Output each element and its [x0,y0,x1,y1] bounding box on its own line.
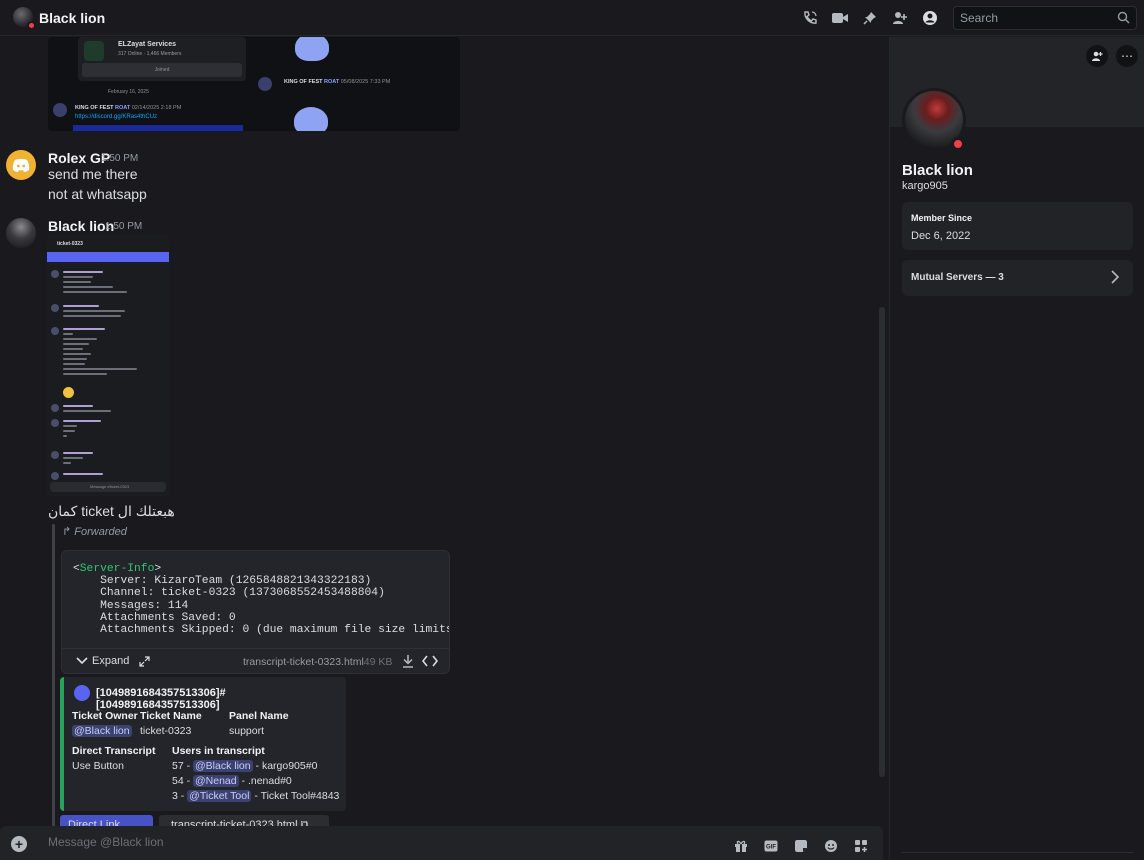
add-friend-icon[interactable] [1086,45,1108,67]
field-name: Panel Name [229,710,289,722]
user-mention[interactable]: @Ticket Tool [187,790,252,802]
attached-screenshot[interactable]: ticket-0323 Message #ticket-0323 [47,234,169,496]
add-attachment-icon[interactable]: + [11,836,27,852]
server-members: 317 Online · 1,466 Members [118,51,182,57]
message-timestamp: 1:50 PM [105,221,143,232]
emoji-icon[interactable] [824,839,838,856]
member-since-value: Dec 6, 2022 [911,230,971,242]
joined-button: Joined [82,63,242,77]
file-preview: <Server-Info> Server: KizaroTeam (126584… [73,563,450,637]
file-attachment: <Server-Info> Server: KizaroTeam (126584… [61,550,450,674]
field-name: Ticket Owner [72,710,138,722]
forward-arrow-icon: ↱ [62,526,75,538]
banner-image [73,125,243,131]
scrollbar[interactable] [879,307,885,777]
field-value: Use Button [72,760,124,772]
field-name: Ticket Name [140,710,202,722]
screenshot-message-input: Message #ticket-0323 [50,482,166,492]
user-profile-panel: ⋯ Black lion kargo905 Member Since Dec 6… [889,37,1144,860]
field-value: support [229,725,265,737]
chevron-down-icon [76,657,88,665]
forward-bar [52,524,55,860]
server-invite-card: ELZayat Services 317 Online · 1,466 Memb… [78,37,246,81]
download-icon[interactable] [401,654,415,671]
do-not-disturb-status-icon [27,21,36,30]
transcript-user-row: 3 - @Ticket Tool - Ticket Tool#4843 [172,790,340,802]
transcript-user-row: 57 - @Black lion - kargo905#0 [172,760,318,772]
member-since-label: Member Since [911,213,973,223]
embed-title: [1049891684357513306]#[10498916843575133… [96,687,226,711]
profile-display-name: Black lion [902,162,973,179]
date-divider: February 16, 2025 [108,89,149,95]
svg-text:GIF: GIF [766,845,776,851]
expand-button[interactable]: Expand [76,655,150,667]
user-mention[interactable]: @Nenad [193,775,239,787]
author-name: KING OF FEST ROAT 05/08/2025 7:33 PM [284,79,391,85]
file-name[interactable]: transcript-ticket-0323.html49 KB [243,656,392,668]
profile-username: kargo905 [902,180,948,192]
view-code-icon[interactable] [421,654,439,671]
message-text: هبعتلك ال ticket كمان [48,503,175,519]
mutual-servers-label: Mutual Servers — 3 [911,272,1004,283]
chat-area: ELZayat Services 317 Online · 1,466 Memb… [0,37,889,860]
user-mention[interactable]: @Black lion [72,725,132,737]
field-name: Users in transcript [172,745,265,757]
user-profile-icon[interactable] [920,8,940,28]
dm-title: Black lion [39,10,106,26]
do-not-disturb-status-icon [951,137,965,151]
avatar[interactable] [6,150,36,180]
message-text: send me there [48,166,138,182]
message-timestamp: 1:50 PM [101,153,139,164]
screenshot-channel: ticket-0323 [57,241,83,247]
search-box[interactable] [953,6,1137,30]
avatar [53,103,67,117]
member-since-card: Member Since Dec 6, 2022 [902,202,1133,250]
user-mention[interactable]: @Black lion [193,760,253,772]
forwarded-label: ↱ Forwarded [62,526,127,538]
author-name: KING OF FEST ROAT 02/14/2025 2:18 PM [75,105,182,111]
pin-icon[interactable] [860,8,880,28]
video-call-icon[interactable] [830,8,850,28]
search-input[interactable] [960,11,1110,25]
mutual-servers-button[interactable]: Mutual Servers — 3 [902,260,1133,296]
message-composer: + GIF [0,826,883,860]
field-value: @Black lion [72,725,132,737]
sticker-icon[interactable] [794,839,808,856]
field-name: Direct Transcript [72,745,156,757]
bot-mascot-icon [294,107,328,131]
new-messages-bar [47,252,169,262]
server-logo-icon [84,41,104,61]
attached-image-server-invite[interactable]: ELZayat Services 317 Online · 1,466 Memb… [48,37,460,131]
dm-user-avatar[interactable] [13,7,36,30]
chevron-right-icon [1111,270,1120,287]
apps-icon[interactable] [854,839,868,856]
phone-call-icon[interactable] [800,8,820,28]
avatar [258,77,272,91]
server-name: ELZayat Services [118,41,176,48]
search-icon [1117,11,1130,27]
transcript-embed: [1049891684357513306]#[10498916843575133… [60,677,346,811]
profile-avatar[interactable] [902,88,966,152]
discord-logo-icon [12,158,30,172]
message-text: not at whatsapp [48,186,147,202]
avatar[interactable] [6,218,36,248]
ticket-tool-icon [74,685,90,701]
top-bar: Black lion [0,0,1144,36]
emoji-icon [63,387,74,398]
gif-icon[interactable]: GIF [764,839,778,855]
file-footer: Expand transcript-ticket-0323.html49 KB [62,648,449,673]
gift-icon[interactable] [734,839,748,856]
add-friends-icon[interactable] [890,8,910,28]
field-value: ticket-0323 [140,725,192,737]
more-options-icon[interactable]: ⋯ [1116,45,1138,67]
invite-link: https://discord.gg/KRas4thCUz [75,114,158,120]
toolbar-icons [800,8,940,28]
expand-arrows-icon [139,655,150,667]
divider [902,852,1133,853]
message-input[interactable] [48,835,648,849]
bot-mascot-icon [295,37,329,61]
transcript-user-row: 54 - @Nenad - .nenad#0 [172,775,292,787]
